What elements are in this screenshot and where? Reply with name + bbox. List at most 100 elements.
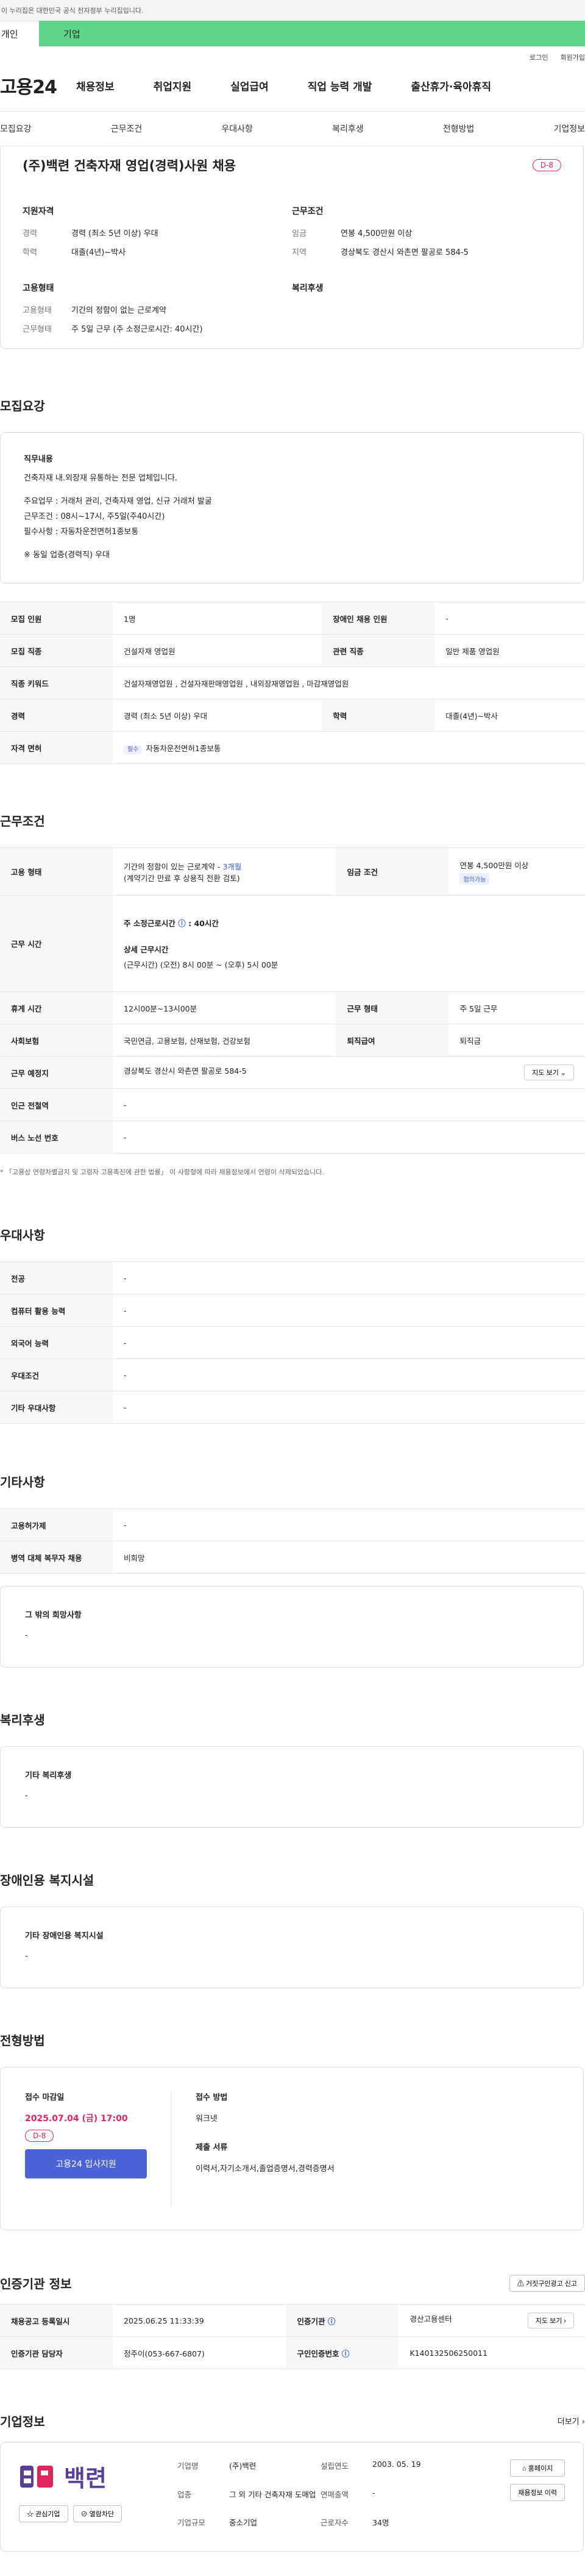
org-key-label: 인증기관 — [297, 2316, 325, 2326]
gnb-unemployment[interactable]: 실업급여 — [230, 78, 269, 93]
info-icon[interactable]: ⓘ — [178, 919, 186, 928]
cond-key: 임금 — [292, 229, 307, 238]
gov-notice-text: 이 누리집은 대한민국 공식 전자정부 누리집입니다. — [1, 7, 144, 15]
anchor-welfare[interactable]: 복리후생 — [332, 123, 364, 135]
tab-company[interactable]: 기업 — [39, 21, 585, 46]
num-key-label: 구인인증번호 — [297, 2349, 339, 2358]
table-row: 근무 시간 주 소정근로시간 ⓘ : 40시간 상세 근무시간 (근무시간) (… — [0, 895, 585, 993]
gnb-jobs[interactable]: 채용정보 — [76, 78, 115, 93]
cell-value: 대졸(4년)~박사 — [434, 699, 585, 732]
agency-section-title: 인증기관 정보 — [0, 2277, 72, 2292]
welfare-heading: 기타 복리후생 — [25, 1771, 72, 1781]
desc-line: 근무조건 : 08시~17시, 주5일(주40시간) — [24, 512, 165, 522]
docs-value: 이력서,자기소개서,졸업증명서,경력증명서 — [196, 2164, 335, 2174]
map-button[interactable]: 지도 보기 ⌄ — [524, 1065, 574, 1081]
recruit-section-title: 모집요강 — [0, 399, 45, 413]
table-row: 병역 대체 복무자 채용 비희망 — [0, 1541, 585, 1574]
cell-key: 인증기관 담당자 — [0, 2336, 113, 2370]
login-link[interactable]: 로그인 — [530, 52, 548, 62]
cell-value: K140132506250011 — [399, 2336, 585, 2370]
anchor-company[interactable]: 기업정보 — [553, 123, 585, 135]
cell-value: - — [113, 1508, 585, 1542]
anchor-pref[interactable]: 우대사항 — [221, 123, 253, 135]
welfare-section-title: 복리후생 — [0, 1713, 45, 1728]
cell-value: 기간의 정함이 있는 근로계약 - 3개월 (계약기간 만료 후 상용직 전환 검… — [113, 847, 336, 896]
table-row: 고용허가제 - — [0, 1508, 585, 1542]
other-wishes-box: 그 밖의 희망사항 - — [0, 1586, 584, 1668]
table-row: 근무 예정지 경상북도 경산시 와촌면 팔공로 584-5 지도 보기 ⌄ — [0, 1056, 585, 1090]
cell-value: 국민연금, 고용보험, 산재보험, 건강보험 — [113, 1024, 336, 1057]
required-badge: 필수 — [124, 744, 143, 754]
info-icon[interactable]: ⓘ — [342, 2349, 350, 2358]
anchor-recruit[interactable]: 모집요강 — [0, 123, 32, 135]
welfare-box: 기타 복리후생 - — [0, 1746, 584, 1829]
org-value: 경산고용센터 — [410, 2314, 452, 2324]
company-logo-mark-icon — [20, 2465, 53, 2488]
interest-company-button[interactable]: ☆ 관심기업 — [19, 2505, 68, 2523]
cell-key: 고용 형태 — [0, 847, 113, 896]
cell-value: 2025.06.25 11:33:39 — [113, 2304, 286, 2338]
cell-key: 병역 대체 복무자 채용 — [0, 1541, 113, 1574]
process-box: 접수 마감일 2025.07.04 (금) 17:00 D-8 고용24 입사지… — [0, 2067, 584, 2231]
anchor-work[interactable]: 근무조건 — [111, 123, 143, 135]
work-table: 고용 형태 기간의 정함이 있는 근로계약 - 3개월 (계약기간 만료 후 상용… — [0, 847, 585, 1154]
tab-person[interactable]: 개인 — [0, 21, 39, 46]
cell-value: - — [113, 1121, 585, 1154]
cell-value: 건설자재 영업원 — [113, 634, 322, 668]
job-summary-box: (주)백련 건축자재 영업(경력)사원 채용 D-8 지원자격 경력 경력 (최소… — [0, 146, 584, 349]
info-key: 설립연도 — [321, 2461, 349, 2471]
cell-key: 채용공고 등록일시 — [0, 2304, 113, 2338]
report-button-label: 거짓구인광고 신고 — [525, 2280, 577, 2288]
cell-key: 자격 면허 — [0, 731, 113, 765]
site-logo[interactable]: 고용24 — [0, 72, 76, 99]
info-value: - — [372, 2488, 375, 2497]
table-row: 고용 형태 기간의 정함이 있는 근로계약 - 3개월 (계약기간 만료 후 상용… — [0, 847, 585, 896]
gnb-employment-support[interactable]: 취업지원 — [154, 78, 192, 93]
cond-key: 지역 — [292, 248, 307, 257]
info-key: 근로자수 — [321, 2518, 349, 2528]
negotiable-badge: 협의가능 — [459, 872, 490, 885]
info-value: 34명 — [372, 2518, 389, 2528]
disabled-facility-box: 기타 장애인용 복지시설 - — [0, 1907, 584, 1989]
age-footnote: * 「고용상 연령차별금지 및 고령자 고용촉진에 관한 법률」 이 사항형에 … — [0, 1168, 324, 1177]
other-wishes-heading: 그 밖의 희망사항 — [25, 1611, 82, 1621]
more-link[interactable]: 더보기 › — [558, 2415, 585, 2427]
cell-key: 경력 — [0, 699, 113, 732]
report-fake-ad-button[interactable]: ⚠ 거짓구인광고 신고 — [509, 2274, 585, 2292]
emp-value: 주 5일 근무 (주 소정근로시간: 40시간) — [71, 325, 203, 334]
cell-key: 사회보험 — [0, 1024, 113, 1057]
cell-key: 고용허가제 — [0, 1508, 113, 1542]
apply-button[interactable]: 고용24 입사지원 — [25, 2149, 147, 2179]
homepage-button[interactable]: ⌂ 홈페이지 — [510, 2460, 565, 2477]
cell-value: 주 소정근로시간 ⓘ : 40시간 상세 근무시간 (근무시간) (오전) 8시… — [113, 895, 585, 993]
info-icon[interactable]: ⓘ — [328, 2317, 336, 2326]
chevron-right-icon: › — [564, 2317, 566, 2325]
desc-heading: 직무내용 — [24, 455, 53, 464]
anchor-process[interactable]: 전형방법 — [443, 123, 475, 135]
desc-line: 건축자재 내.외장재 유통하는 전문 업체입니다. — [24, 473, 178, 483]
table-row: 인증기관 담당자 정주이(053-667-6807) 구인인증번호 ⓘ K140… — [0, 2336, 585, 2370]
report-icon: ⚠ — [517, 2280, 524, 2288]
gnb-leave[interactable]: 출산휴가·육아휴직 — [411, 78, 491, 93]
gnb-training[interactable]: 직업 능력 개발 — [308, 78, 372, 93]
cell-key: 버스 노선 번호 — [0, 1121, 113, 1154]
welfare-value: - — [25, 1791, 28, 1801]
anchor-tabs: 모집요강 근무조건 우대사항 복리후생 전형방법 기업정보 — [0, 111, 585, 146]
cell-key: 장애인 채용 인원 — [322, 602, 435, 635]
info-key: 연매출액 — [321, 2489, 349, 2499]
cell-key: 휴게 시간 — [0, 991, 113, 1025]
cell-key: 기타 우대사항 — [0, 1391, 113, 1424]
cell-value: - — [113, 1294, 585, 1327]
agency-map-button[interactable]: 지도 보기 › — [527, 2313, 574, 2329]
cell-value: 주 5일 근무 — [448, 991, 585, 1025]
cell-value: 12시00분~13시00분 — [113, 991, 336, 1025]
cell-value: 필수 자동차운전면허1종보통 — [113, 731, 585, 765]
signup-link[interactable]: 회원가입 — [561, 52, 585, 62]
block-view-button[interactable]: ⊘ 열람차단 — [73, 2505, 122, 2523]
history-button[interactable]: 채용정보 이력 — [510, 2484, 565, 2502]
table-row: 컴퓨터 활용 능력 - — [0, 1294, 585, 1327]
cell-key: 컴퓨터 활용 능력 — [0, 1294, 113, 1327]
type-note: (계약기간 만료 후 상용직 전환 검토) — [124, 873, 240, 883]
welfare-heading: 복리후생 — [292, 284, 324, 293]
map-button-label: 지도 보기 — [532, 1069, 559, 1077]
